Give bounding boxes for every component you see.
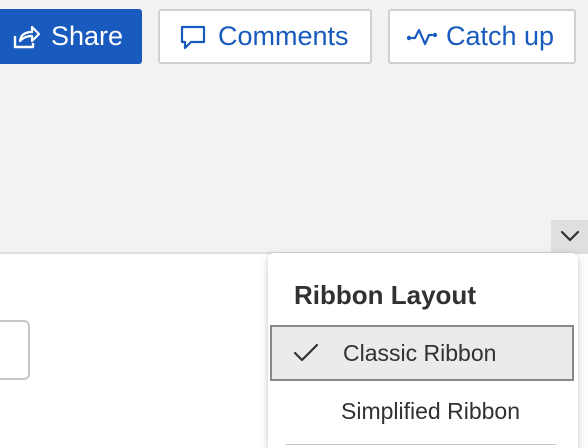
catch-up-label: Catch up: [446, 21, 555, 51]
comments-button[interactable]: Comments: [158, 9, 372, 64]
menu-divider: [286, 444, 556, 445]
partial-input-box[interactable]: [0, 320, 30, 380]
menu-title: Ribbon Layout: [294, 280, 476, 310]
ribbon-display-options-button[interactable]: [551, 220, 588, 252]
ribbon-layout-menu: Ribbon Layout Classic Ribbon Simplified …: [268, 253, 578, 448]
menu-item-simplified-ribbon[interactable]: Simplified Ribbon: [270, 383, 574, 439]
share-button[interactable]: Share: [0, 9, 142, 64]
catch-up-button[interactable]: Catch up: [388, 9, 576, 64]
menu-item-classic-ribbon[interactable]: Classic Ribbon: [270, 325, 574, 381]
share-icon: [11, 24, 41, 50]
share-label: Share: [51, 21, 124, 51]
chevron-down-icon: [560, 229, 580, 243]
comments-label: Comments: [218, 21, 349, 51]
menu-item-label: Simplified Ribbon: [341, 397, 520, 424]
activity-icon: [406, 26, 438, 48]
menu-item-label: Classic Ribbon: [343, 339, 497, 366]
checkmark-icon: [292, 341, 320, 365]
comment-icon: [179, 23, 207, 51]
